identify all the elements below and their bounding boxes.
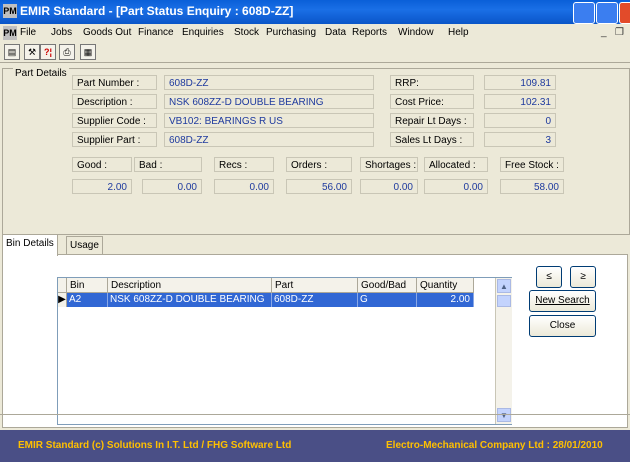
grid-scrollbar[interactable]: ▲ ▼ xyxy=(495,278,512,424)
document-icon[interactable]: ▤ xyxy=(4,44,20,60)
good-label: Good : xyxy=(72,157,132,172)
scroll-down-icon[interactable]: ▼ xyxy=(497,408,511,422)
recs-value: 0.00 xyxy=(214,179,274,194)
menu-help[interactable]: Help xyxy=(448,27,469,38)
app-icon: PM xyxy=(3,4,17,18)
toolbar: ▤ ⚒ ?¦ ⎙ ▦ xyxy=(0,42,630,63)
bad-value: 0.00 xyxy=(142,179,202,194)
sales-lt-days-label: Sales Lt Days : xyxy=(390,132,474,147)
column-header-bin[interactable]: Bin xyxy=(67,278,108,293)
part-status-form: Part Details Part Number : Description :… xyxy=(0,63,630,430)
status-bar: EMIR Standard (c) Solutions In I.T. Ltd … xyxy=(0,430,630,462)
close-window-button[interactable] xyxy=(619,2,630,24)
rrp-label: RRP: xyxy=(390,75,474,90)
orders-value: 56.00 xyxy=(286,179,352,194)
mdi-restore-button[interactable]: ❐ xyxy=(615,27,624,38)
bin-details-panel: Bin Description Part Good/Bad Quantity ▶… xyxy=(2,254,628,428)
title-bar[interactable]: PM EMIR Standard - [Part Status Enquiry … xyxy=(0,0,630,24)
cost-price-label: Cost Price: xyxy=(390,94,474,109)
description-label: Description : xyxy=(72,94,157,109)
mdi-minimize-button[interactable]: _ xyxy=(601,27,607,38)
calculator-icon[interactable]: ▦ xyxy=(80,44,96,60)
cost-price-value: 102.31 xyxy=(484,94,556,109)
allocated-label: Allocated : xyxy=(424,157,488,172)
rrp-value: 109.81 xyxy=(484,75,556,90)
table-row-good-bad[interactable]: G xyxy=(358,293,417,307)
maximize-button[interactable] xyxy=(596,2,618,24)
supplier-part-label: Supplier Part : xyxy=(72,132,157,147)
shortages-label: Shortages : xyxy=(360,157,418,172)
table-row-bin[interactable]: A2 xyxy=(67,293,108,307)
menu-data[interactable]: Data xyxy=(325,27,346,38)
recs-label: Recs : xyxy=(214,157,274,172)
table-row-part[interactable]: 608D-ZZ xyxy=(272,293,358,307)
status-copyright: EMIR Standard (c) Solutions In I.T. Ltd … xyxy=(18,440,292,451)
orders-label: Orders : xyxy=(286,157,352,172)
next-button[interactable]: ≥ xyxy=(570,266,596,288)
repair-lt-days-value: 0 xyxy=(484,113,556,128)
column-header-good-bad[interactable]: Good/Bad xyxy=(358,278,417,293)
minimize-button[interactable] xyxy=(573,2,595,24)
scroll-up-icon[interactable]: ▲ xyxy=(497,279,511,293)
new-search-button[interactable]: New Search xyxy=(529,290,596,312)
mdi-child-icon[interactable]: PM xyxy=(3,26,17,40)
bin-grid: Bin Description Part Good/Bad Quantity ▶… xyxy=(57,277,512,425)
help-icon[interactable]: ?¦ xyxy=(40,44,56,60)
window-title: EMIR Standard - [Part Status Enquiry : 6… xyxy=(20,4,294,18)
status-separator xyxy=(0,414,630,415)
menu-purchasing[interactable]: Purchasing xyxy=(266,27,316,38)
current-row-marker: ▶ xyxy=(58,293,67,307)
column-header-quantity[interactable]: Quantity xyxy=(417,278,474,293)
part-number-value: 608D-ZZ xyxy=(164,75,374,90)
table-row-quantity[interactable]: 2.00 xyxy=(417,293,474,307)
supplier-code-value: VB102: BEARINGS R US xyxy=(164,113,374,128)
sales-lt-days-value: 3 xyxy=(484,132,556,147)
description-value: NSK 608ZZ-D DOUBLE BEARING xyxy=(164,94,374,109)
close-button[interactable]: Close xyxy=(529,315,596,337)
status-company-date: Electro-Mechanical Company Ltd : 28/01/2… xyxy=(386,440,603,451)
printer-icon[interactable]: ⎙ xyxy=(59,44,75,60)
free-stock-value: 58.00 xyxy=(500,179,564,194)
menu-window[interactable]: Window xyxy=(398,27,434,38)
tab-bin-details[interactable]: Bin Details xyxy=(2,234,58,256)
menu-reports[interactable]: Reports xyxy=(352,27,387,38)
menu-jobs[interactable]: Jobs xyxy=(51,27,72,38)
grid-corner xyxy=(58,278,67,293)
allocated-value: 0.00 xyxy=(424,179,488,194)
column-header-part[interactable]: Part xyxy=(272,278,358,293)
menu-goods-out[interactable]: Goods Out xyxy=(83,27,131,38)
bad-label: Bad : xyxy=(134,157,202,172)
column-header-description[interactable]: Description xyxy=(108,278,272,293)
tools-icon[interactable]: ⚒ xyxy=(24,44,40,60)
scroll-thumb[interactable] xyxy=(497,295,511,307)
table-row-description[interactable]: NSK 608ZZ-D DOUBLE BEARING xyxy=(108,293,272,307)
free-stock-label: Free Stock : xyxy=(500,157,564,172)
previous-button[interactable]: ≤ xyxy=(536,266,562,288)
supplier-code-label: Supplier Code : xyxy=(72,113,157,128)
menu-stock[interactable]: Stock xyxy=(234,27,259,38)
repair-lt-days-label: Repair Lt Days : xyxy=(390,113,474,128)
menu-bar: PM File Jobs Goods Out Finance Enquiries… xyxy=(0,24,630,42)
shortages-value: 0.00 xyxy=(360,179,418,194)
tab-usage[interactable]: Usage xyxy=(66,236,103,255)
supplier-part-value: 608D-ZZ xyxy=(164,132,374,147)
menu-finance[interactable]: Finance xyxy=(138,27,174,38)
part-details-label: Part Details xyxy=(13,68,69,79)
good-value: 2.00 xyxy=(72,179,132,194)
part-number-label: Part Number : xyxy=(72,75,157,90)
menu-file[interactable]: File xyxy=(20,27,36,38)
menu-enquiries[interactable]: Enquiries xyxy=(182,27,224,38)
